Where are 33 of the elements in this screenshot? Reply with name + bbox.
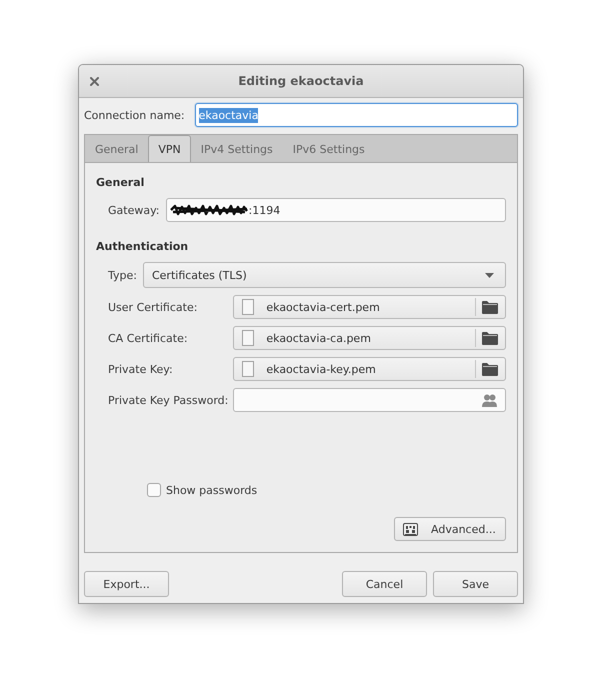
gateway-label: Gateway: (108, 204, 160, 216)
footer-button[interactable]: Cancel (342, 571, 427, 597)
folder-icon (482, 362, 498, 376)
connection-name-label: Connection name: (84, 108, 185, 122)
section-heading: General (96, 176, 144, 190)
blank-file-icon (242, 299, 254, 315)
checkbox-label[interactable]: Show passwords (166, 484, 258, 496)
advanced-button[interactable]: Advanced... (394, 517, 506, 541)
folder-icon (482, 332, 498, 344)
blank-file-icon (242, 330, 254, 346)
folder-icon (482, 300, 498, 314)
file-chooser-button[interactable]: ekaoctavia-ca.pem (233, 326, 506, 350)
footer-button[interactable]: Save (433, 571, 518, 597)
show-passwords-checkbox[interactable] (147, 483, 161, 497)
blank-file-icon (242, 361, 254, 377)
field-label: Private Key: (108, 362, 174, 376)
file-chooser-button[interactable]: ekaoctavia-key.pem (233, 357, 506, 381)
field-label: CA Certificate: (108, 332, 189, 344)
close-icon[interactable] (90, 76, 99, 86)
type-dropdown[interactable]: Certificates (TLS) (142, 262, 506, 288)
panel-icon (403, 522, 418, 536)
gateway-field[interactable]: :1194 (166, 198, 506, 222)
dropdown-arrow-icon (485, 272, 494, 278)
window-title: Editing ekaoctavia (238, 74, 364, 88)
password-field[interactable] (233, 388, 506, 412)
section-heading: Authentication (96, 240, 188, 254)
people-icon (482, 394, 497, 406)
tab[interactable]: VPN (148, 135, 191, 162)
footer-button[interactable]: Export... (84, 571, 169, 597)
type-label: Type: (108, 268, 137, 282)
file-chooser-button[interactable]: ekaoctavia-cert.pem (233, 295, 506, 319)
field-label: Private Key Password: (108, 394, 228, 406)
field-label: User Certificate: (108, 300, 198, 314)
